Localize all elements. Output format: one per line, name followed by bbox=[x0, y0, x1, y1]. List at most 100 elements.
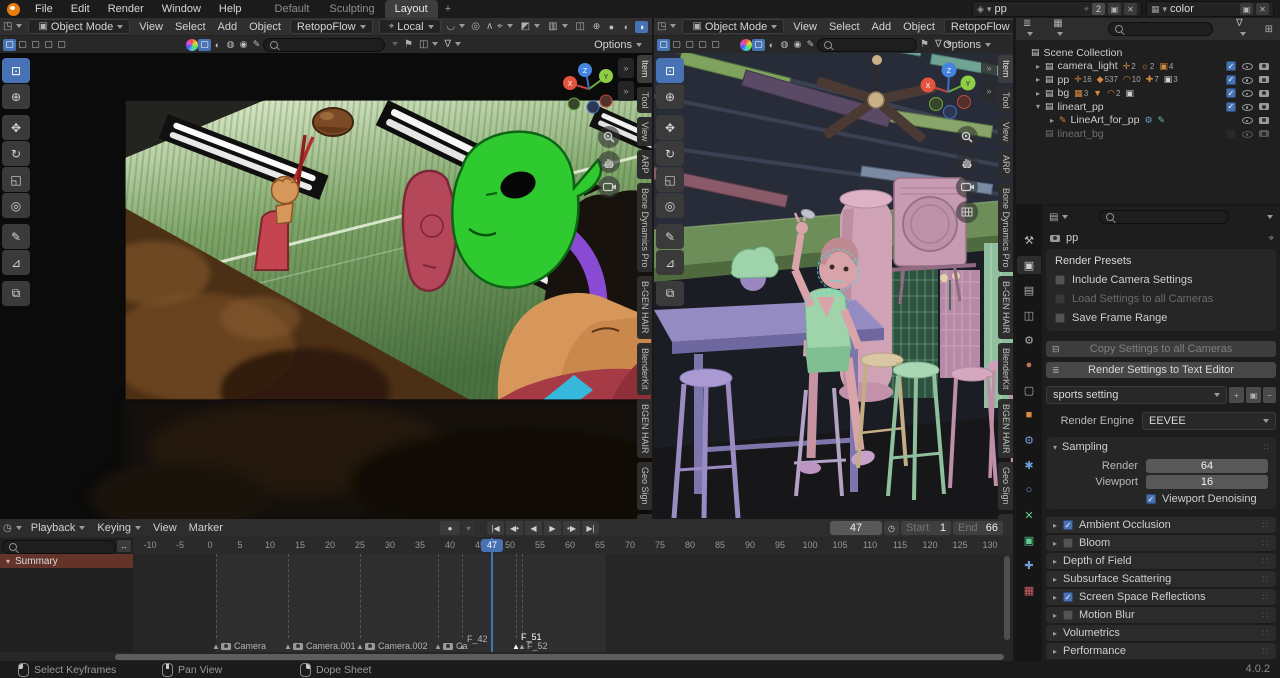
region-expand-icon[interactable]: » bbox=[618, 58, 634, 78]
topbar-menu-edit[interactable]: Edit bbox=[62, 0, 99, 18]
asset-dropdown-icon[interactable] bbox=[385, 39, 401, 50]
next-keyframe-icon[interactable]: •▶ bbox=[563, 521, 580, 535]
hide-eye-icon[interactable] bbox=[1242, 102, 1253, 112]
drag-grip-icon[interactable]: ∷ bbox=[1262, 610, 1269, 621]
sidebar-tab-tool[interactable]: Tool bbox=[637, 87, 652, 114]
options-menu[interactable]: Options bbox=[937, 39, 997, 51]
blenderkit-brush-icon[interactable]: ✎ bbox=[804, 39, 817, 51]
timeline-menu-view[interactable]: View bbox=[147, 522, 183, 534]
select-box-tool-icon[interactable]: ⊡ bbox=[656, 58, 684, 83]
shading-solid-icon[interactable]: ● bbox=[605, 21, 618, 33]
proportional-edit-icon[interactable]: ◎ bbox=[468, 21, 483, 32]
sidebar-tab-bone-dynamics-pro[interactable]: Bone Dynamics Pro bbox=[637, 183, 652, 273]
editor-type-icon[interactable]: ◷ bbox=[0, 523, 25, 534]
marker-label[interactable]: Camera.002 bbox=[365, 641, 428, 651]
section-bloom[interactable]: ▸Bloom∷ bbox=[1046, 535, 1276, 551]
viewport-denoising-checkbox[interactable]: ✓ bbox=[1146, 494, 1156, 504]
scene-name[interactable]: pp bbox=[994, 3, 1006, 15]
shading-wireframe-icon[interactable]: ⊕ bbox=[590, 21, 603, 33]
marker-triangle-icon[interactable]: ▲ bbox=[356, 642, 364, 651]
disable-render-camera-icon[interactable] bbox=[1259, 90, 1269, 97]
section-checkbox[interactable] bbox=[1063, 538, 1073, 548]
marker-triangle-icon[interactable]: ▲ bbox=[284, 642, 292, 651]
record-icon[interactable]: ● bbox=[440, 521, 460, 535]
blenderkit-search-input[interactable] bbox=[817, 38, 917, 52]
camera-view-icon[interactable] bbox=[598, 176, 620, 198]
select-box-mode-icon[interactable]: ▢ bbox=[670, 39, 683, 51]
sidebar-tab-b-gen-hair[interactable]: B-GEN HAIR bbox=[637, 276, 652, 339]
outliner-row-lineart_for_pp[interactable]: ▸✎LineArt_for_pp⚙✎ bbox=[1050, 114, 1280, 127]
sidebar-tab-b-gen-hair[interactable]: B-GEN HAIR bbox=[998, 276, 1013, 339]
section-depth-of-field[interactable]: ▸Depth of Field∷ bbox=[1046, 553, 1276, 569]
channel-filter-icon[interactable]: ↔ bbox=[117, 540, 131, 552]
view-layer-name[interactable]: color bbox=[1170, 3, 1194, 15]
panel-title[interactable]: Render Presets bbox=[1046, 249, 1276, 267]
drag-grip-icon[interactable]: ∷ bbox=[1262, 592, 1269, 603]
section-subsurface-scattering[interactable]: ▸Subsurface Scattering∷ bbox=[1046, 571, 1276, 587]
current-frame-indicator[interactable]: 47 bbox=[481, 539, 503, 552]
out-of-camera-floor[interactable] bbox=[90, 400, 652, 519]
marker-triangle-icon[interactable]: ▲ bbox=[458, 642, 466, 651]
outliner-item-label[interactable]: pp bbox=[1058, 74, 1070, 86]
camera-view-icon[interactable] bbox=[956, 176, 978, 198]
transform-tool-icon[interactable]: ◎ bbox=[656, 193, 684, 218]
outliner-item-label[interactable]: LineArt_for_pp bbox=[1071, 114, 1140, 126]
play-icon[interactable]: ▶ bbox=[544, 521, 561, 535]
marker-label[interactable]: Camera bbox=[221, 641, 266, 651]
previous-keyframe-icon[interactable]: ◀• bbox=[506, 521, 523, 535]
move-tool-icon[interactable]: ✥ bbox=[2, 115, 30, 140]
zoom-icon[interactable] bbox=[956, 126, 978, 148]
timeline-menu-keying[interactable]: Keying bbox=[91, 522, 147, 534]
scene-users-badge[interactable]: 2 bbox=[1092, 3, 1105, 15]
drag-grip-icon[interactable]: ∷ bbox=[1262, 628, 1269, 639]
blenderkit-hdr-icon[interactable]: ◉ bbox=[791, 39, 804, 51]
menu-object[interactable]: Object bbox=[897, 21, 941, 33]
properties-tab-texture[interactable]: ▦ bbox=[1017, 581, 1041, 599]
blenderkit-search-input[interactable] bbox=[263, 38, 385, 52]
drag-grip-icon[interactable]: ∷ bbox=[1262, 646, 1269, 657]
section-motion-blur[interactable]: ▸Motion Blur∷ bbox=[1046, 607, 1276, 623]
scale-tool-icon[interactable]: ◱ bbox=[2, 167, 30, 192]
marker-label[interactable]: Camera.001 bbox=[293, 641, 356, 651]
preset-dropdown[interactable]: sports setting bbox=[1046, 386, 1227, 404]
properties-search-input[interactable] bbox=[1099, 210, 1229, 224]
outliner-row-camera_light[interactable]: ▸▤camera_light✛2☼2▣4✓ bbox=[1036, 60, 1280, 73]
option-checkbox[interactable] bbox=[1055, 294, 1065, 304]
outliner-row-lineart_bg[interactable]: ▤lineart_bg bbox=[1036, 127, 1280, 140]
menu-object[interactable]: Object bbox=[243, 21, 287, 33]
remove-view-layer-icon[interactable]: ✕ bbox=[1256, 3, 1269, 15]
drag-grip-icon[interactable]: ∷ bbox=[1263, 442, 1276, 453]
workspace-tab-layout[interactable]: Layout bbox=[385, 0, 438, 18]
outliner-row-bg[interactable]: ▸▤bg▦3▼◠2▣✓ bbox=[1036, 87, 1280, 100]
menu-select[interactable]: Select bbox=[823, 21, 866, 33]
annotate-tool-icon[interactable]: ✎ bbox=[2, 224, 30, 249]
shading-material-icon[interactable]: ◐ bbox=[620, 21, 633, 33]
remove-preset-button[interactable]: − bbox=[1263, 387, 1276, 403]
drag-grip-icon[interactable]: ∷ bbox=[1262, 538, 1269, 549]
unlink-scene-icon[interactable]: ✕ bbox=[1124, 3, 1137, 15]
exclude-checkbox[interactable] bbox=[1226, 129, 1236, 139]
blenderkit-model-icon[interactable]: ▢ bbox=[198, 39, 211, 51]
marker-label[interactable]: F_52 bbox=[527, 641, 548, 651]
properties-tab-tool[interactable]: ⚒ bbox=[1017, 231, 1041, 249]
section-checkbox[interactable]: ✓ bbox=[1063, 592, 1073, 602]
blenderkit-model-icon[interactable]: ▢ bbox=[752, 39, 765, 51]
expand-arrow-icon[interactable]: ▸ bbox=[1036, 75, 1045, 84]
workspace-tab-default[interactable]: Default bbox=[265, 0, 320, 18]
render-engine-dropdown[interactable]: EEVEE bbox=[1142, 412, 1276, 430]
rotate-tool-icon[interactable]: ↻ bbox=[656, 141, 684, 166]
exclude-checkbox[interactable]: ✓ bbox=[1226, 102, 1236, 112]
sidebar-tab-lazy-vfx[interactable]: Lazy VFX bbox=[998, 514, 1013, 519]
topbar-menu-help[interactable]: Help bbox=[210, 0, 251, 18]
rotate-tool-icon[interactable]: ↻ bbox=[2, 141, 30, 166]
summary-channel[interactable]: ▾ Summary bbox=[0, 554, 133, 568]
select-box-tool-icon[interactable]: ⊡ bbox=[2, 58, 30, 83]
overlays-icon[interactable]: ▥ bbox=[545, 21, 570, 32]
blenderkit-material-icon[interactable]: ◐ bbox=[765, 39, 778, 51]
section-checkbox[interactable] bbox=[1063, 610, 1073, 620]
drag-grip-icon[interactable]: ∷ bbox=[1262, 520, 1269, 531]
end-frame-field[interactable]: End66 bbox=[953, 521, 1003, 535]
transform-orientation[interactable]: ⌖Local bbox=[379, 19, 441, 34]
pan-hand-icon[interactable] bbox=[956, 151, 978, 173]
measure-tool-icon[interactable]: ⊿ bbox=[656, 250, 684, 275]
